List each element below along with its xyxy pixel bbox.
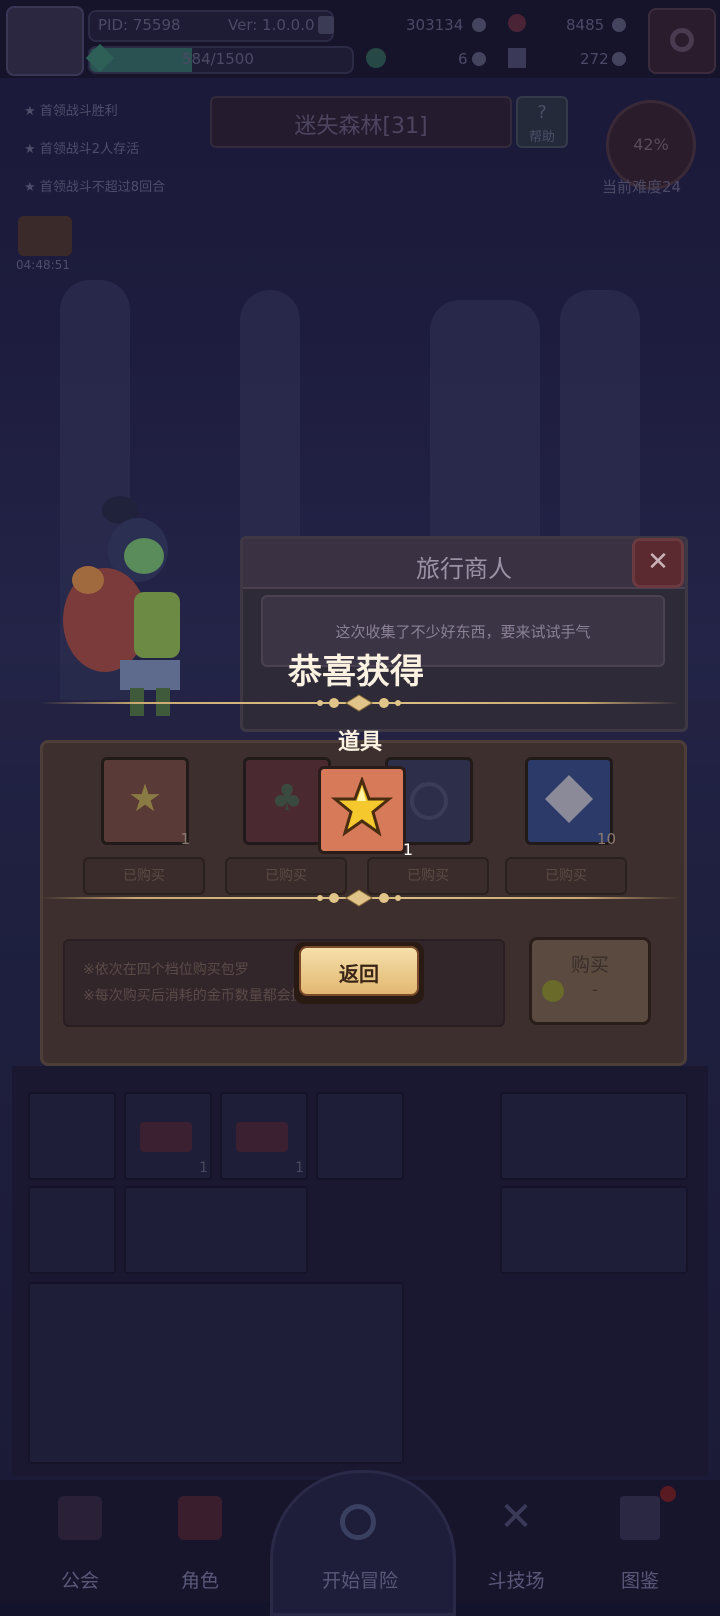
gold-icon <box>472 18 486 32</box>
gem-icon <box>508 14 526 32</box>
chest-timer: 04:48:51 <box>16 258 70 272</box>
character-sprite <box>60 490 220 720</box>
progress-percent: 42% <box>633 135 669 154</box>
nav-arena[interactable]: ✕ 斗技场 <box>466 1490 566 1592</box>
back-label: 返回 <box>339 962 379 986</box>
character-icon <box>178 1496 222 1540</box>
nav-character[interactable]: 角色 <box>150 1490 250 1592</box>
quest-item: ★ 首领战斗胜利 <box>24 104 118 119</box>
bought-label: 已购买 <box>83 857 205 895</box>
settings-button[interactable] <box>648 8 716 74</box>
nav-adventure[interactable]: 开始冒险 <box>310 1490 410 1592</box>
clover-icon: ♣ <box>270 778 304 819</box>
note-line: ※每次购买后消耗的金币数量都会提升 <box>83 988 319 1004</box>
inventory-cell[interactable] <box>316 1092 404 1180</box>
buy-label: 购买 <box>570 954 609 976</box>
reward-count: 1 <box>402 840 413 859</box>
nav-guild[interactable]: 公会 <box>30 1490 130 1592</box>
inventory-cell[interactable] <box>500 1186 688 1274</box>
exp-value: 584/1500 <box>182 50 254 68</box>
clover-add-icon[interactable] <box>472 52 486 66</box>
star-icon <box>331 777 393 837</box>
copy-icon[interactable] <box>318 16 334 34</box>
stage-title: 迷失森林[31] <box>294 114 428 139</box>
gem-add-icon[interactable] <box>612 18 626 32</box>
quest-item: ★ 首领战斗2人存活 <box>24 142 140 157</box>
clover-icon <box>366 48 386 68</box>
ornament-icon <box>314 694 404 712</box>
clover-value: 6 <box>458 50 468 68</box>
coin-icon <box>542 980 564 1002</box>
stage-banner: 迷失森林[31] <box>210 96 512 148</box>
inventory-cell[interactable] <box>500 1092 688 1180</box>
slot-count: 1 <box>180 830 190 848</box>
merchant-title: 旅行商人 <box>416 555 512 583</box>
star-icon: ★ <box>24 180 40 195</box>
item-icon <box>140 1122 192 1152</box>
buy-button[interactable]: 购买 - <box>529 937 651 1025</box>
reward-item-slot[interactable]: 1 <box>318 766 413 859</box>
ornament-icon <box>314 889 404 907</box>
shop-slot[interactable]: 10 <box>525 757 616 848</box>
quest-list: ★ 首领战斗胜利 ★ 首领战斗2人存活 ★ 首领战斗不超过8回合 <box>24 100 224 214</box>
back-button[interactable]: 返回 <box>294 942 424 1004</box>
notes-box: ※依次在四个档位购买包罗 ※每次购买后消耗的金币数量都会提升 <box>63 939 505 1027</box>
quest-item: ★ 首领战斗不超过8回合 <box>24 180 166 195</box>
notification-dot <box>660 1486 676 1502</box>
item-icon <box>236 1122 288 1152</box>
question-icon: ? <box>537 102 547 123</box>
player-avatar[interactable] <box>6 6 84 76</box>
map-preview[interactable] <box>28 1282 404 1464</box>
reward-category: 道具 <box>337 730 382 755</box>
bottom-nav: 公会 角色 开始冒险 ✕ 斗技场 图鉴 <box>0 1470 720 1616</box>
slot-count: 10 <box>596 830 616 848</box>
swords-icon: ✕ <box>499 1494 533 1540</box>
version-label: Ver: 1.0.0.0 <box>228 16 315 34</box>
gem-value: 8485 <box>566 16 605 34</box>
bought-label: 已购买 <box>505 857 627 895</box>
magnifier-icon <box>340 1504 376 1540</box>
inventory-cell[interactable] <box>124 1186 308 1274</box>
help-label: 帮助 <box>528 130 555 145</box>
difficulty-label: 当前难度24 <box>602 178 682 196</box>
key-value: 272 <box>580 50 609 68</box>
ring-icon <box>410 782 448 820</box>
item-count: 1 <box>199 1160 208 1176</box>
inventory-cell[interactable] <box>28 1092 116 1180</box>
crystal-icon <box>544 774 594 824</box>
item-count: 1 <box>295 1160 304 1176</box>
player-id: PID: 75598 <box>98 16 181 34</box>
star-icon: ★ <box>24 104 40 119</box>
gear-icon <box>670 28 694 52</box>
key-icon <box>508 48 526 68</box>
merchant-text: 这次收集了不少好东西，要来试试手气 <box>335 623 591 641</box>
star-icon: ★ <box>24 142 40 157</box>
close-button[interactable]: ✕ <box>632 538 684 588</box>
top-status-bar: PID: 75598 Ver: 1.0.0.0 584/1500 303134 … <box>0 0 720 78</box>
close-icon: ✕ <box>647 547 669 577</box>
inventory-cell[interactable]: 1 <box>124 1092 212 1180</box>
key-add-icon[interactable] <box>612 52 626 66</box>
inventory-cell[interactable]: 1 <box>220 1092 308 1180</box>
help-button[interactable]: ? 帮助 <box>516 96 568 148</box>
star-icon: ★ <box>127 776 163 820</box>
shop-slot[interactable]: ★ 1 <box>101 757 190 848</box>
book-icon <box>620 1496 660 1540</box>
chest-icon[interactable] <box>18 216 72 256</box>
buy-cost: - <box>592 980 598 999</box>
reward-title: 恭喜获得 <box>288 652 424 692</box>
inventory-cell[interactable] <box>28 1186 116 1274</box>
gold-value: 303134 <box>406 16 464 34</box>
inventory-area: 1 1 <box>12 1066 708 1476</box>
nav-codex[interactable]: 图鉴 <box>590 1486 690 1592</box>
note-line: ※依次在四个档位购买包罗 <box>83 962 249 978</box>
guild-icon <box>58 1496 102 1540</box>
merchant-header: 旅行商人 <box>243 539 685 589</box>
